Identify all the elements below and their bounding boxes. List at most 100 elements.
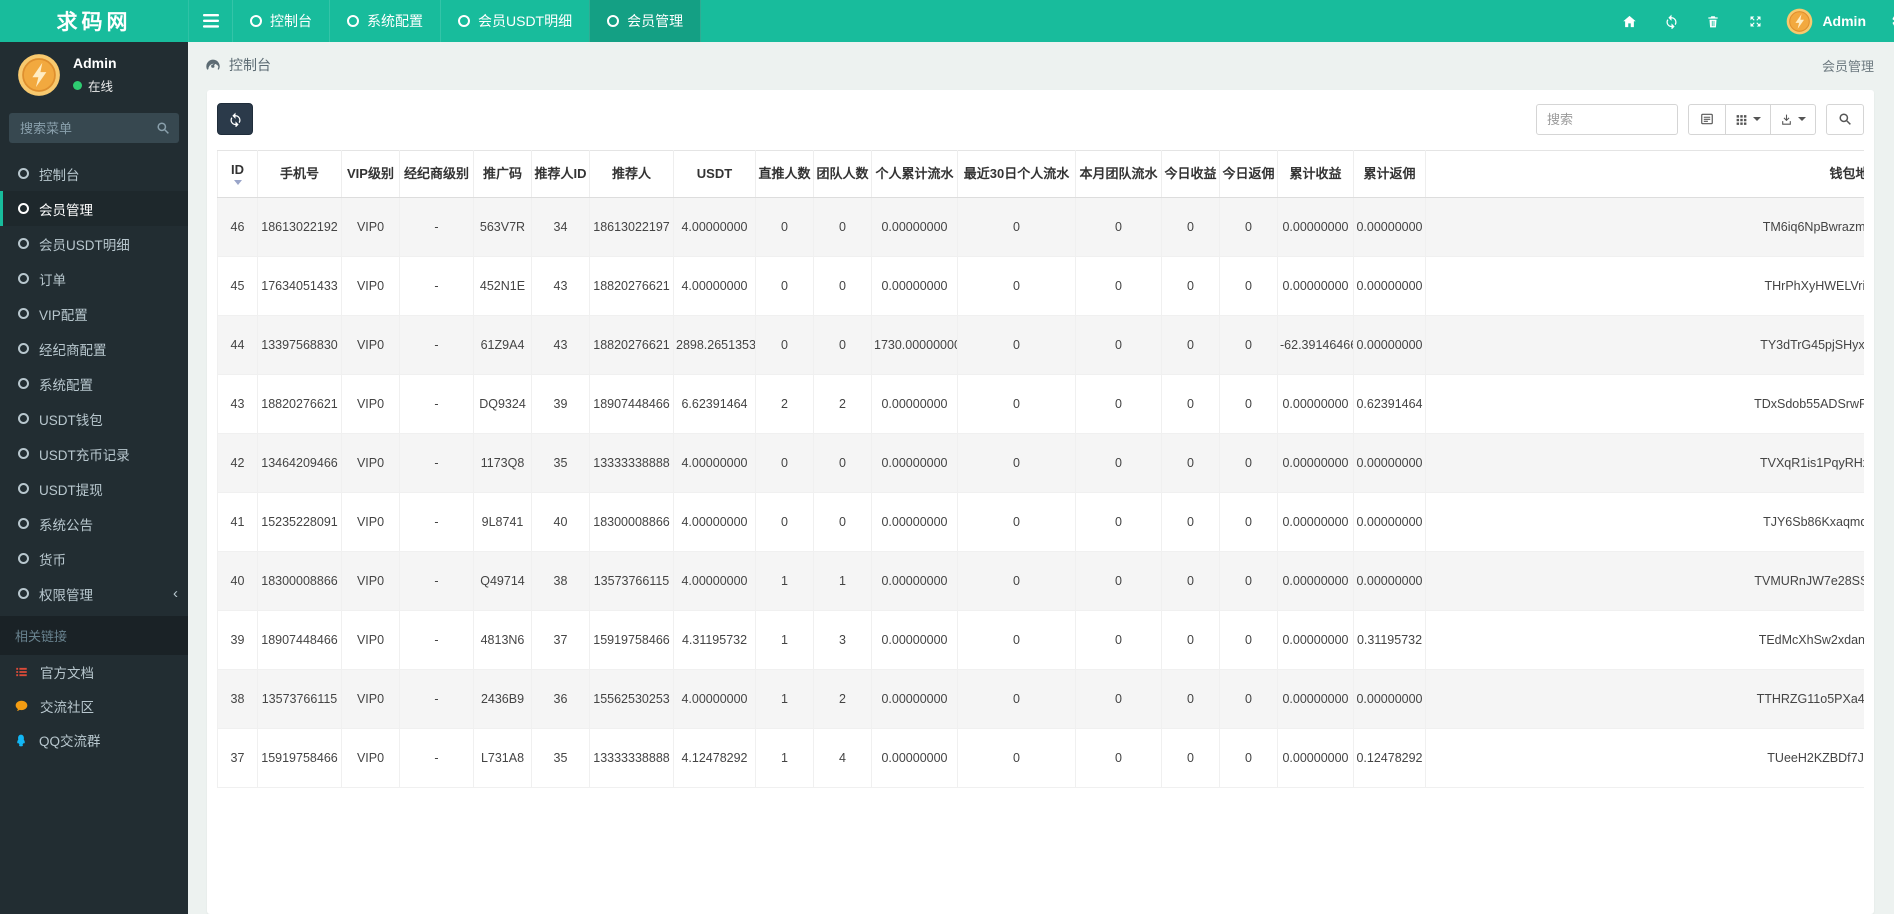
sidebar-item-label: 经纪商配置 bbox=[39, 342, 107, 358]
cell-today-income: 0 bbox=[1161, 374, 1220, 434]
col-id[interactable]: ID bbox=[217, 150, 258, 198]
col-direct-count[interactable]: 直推人数 bbox=[755, 150, 814, 198]
cell-personal-total-flow: 0.00000000 bbox=[871, 492, 958, 552]
sidebar-item-system-announcement[interactable]: 系统公告 bbox=[0, 506, 188, 541]
topnav-item-system-config[interactable]: 系统配置 bbox=[329, 0, 440, 42]
col-month-team-flow[interactable]: 本月团队流水 bbox=[1075, 150, 1162, 198]
columns-button[interactable] bbox=[1726, 103, 1771, 135]
col-referrer[interactable]: 推荐人 bbox=[589, 150, 674, 198]
settings-button[interactable] bbox=[1878, 0, 1894, 42]
cell-direct-count: 0 bbox=[755, 492, 814, 552]
nav-home-button[interactable] bbox=[1608, 0, 1650, 42]
sort-caret-icon bbox=[233, 179, 242, 185]
sidebar-search-input[interactable] bbox=[9, 113, 179, 143]
cell-usdt: 4.00000000 bbox=[673, 492, 756, 552]
cell-month-team-flow: 0 bbox=[1075, 256, 1162, 316]
cell-team-count: 0 bbox=[813, 433, 872, 493]
col-phone[interactable]: 手机号 bbox=[257, 150, 342, 198]
col-promo-code[interactable]: 推广码 bbox=[473, 150, 532, 198]
sidebar-item-console[interactable]: 控制台 bbox=[0, 156, 188, 191]
cell-referrer: 18300008866 bbox=[589, 492, 674, 552]
topnav-item-label: 系统配置 bbox=[367, 13, 423, 29]
sidebar-item-usdt-deposit-records[interactable]: USDT充币记录 bbox=[0, 436, 188, 471]
col-total-rebate[interactable]: 累计返佣 bbox=[1353, 150, 1426, 198]
sidebar-item-member-manage[interactable]: 会员管理 bbox=[0, 191, 188, 226]
nav-expand-button[interactable] bbox=[1734, 0, 1776, 42]
cell-total-income: 0.00000000 bbox=[1277, 374, 1354, 434]
search-button[interactable] bbox=[1826, 103, 1864, 135]
topnav-item-console[interactable]: 控制台 bbox=[232, 0, 329, 42]
cell-referrer: 13333338888 bbox=[589, 433, 674, 493]
refresh-button[interactable] bbox=[217, 103, 253, 135]
sidebar-menu: 控制台会员管理会员USDT明细 订单 VIP配置经纪商配置系统配置 USDT钱包 USD… bbox=[0, 156, 188, 611]
cell-referrer-id: 36 bbox=[531, 669, 590, 729]
sidebar-item-vip-config[interactable]: VIP配置 bbox=[0, 296, 188, 331]
col-today-income[interactable]: 今日收益 bbox=[1161, 150, 1220, 198]
sidebar-profile: Admin 在线 bbox=[0, 42, 188, 109]
col-today-rebate[interactable]: 今日返佣 bbox=[1219, 150, 1278, 198]
cell-direct-count: 1 bbox=[755, 728, 814, 788]
table-row: 40 18300008866 VIP0- Q49714 38 13573766115 4.0… bbox=[217, 551, 1864, 611]
sidebar-link-community[interactable]: 交流社区 bbox=[0, 689, 188, 723]
cell-today-income: 0 bbox=[1161, 669, 1220, 729]
cell-today-rebate: 0 bbox=[1219, 728, 1278, 788]
topnav-item-member-manage[interactable]: 会员管理 bbox=[589, 0, 702, 42]
sidebar-item-orders[interactable]: 订单 bbox=[0, 261, 188, 296]
topnav-item-member-usdt-detail[interactable]: 会员USDT明细 bbox=[440, 0, 589, 42]
sidebar-item-broker-config[interactable]: 经纪商配置 bbox=[0, 331, 188, 366]
col-personal-total-flow[interactable]: 个人累计流水 bbox=[871, 150, 958, 198]
cell-total-income: 0.00000000 bbox=[1277, 610, 1354, 670]
brand-logo[interactable]: 求码网 bbox=[0, 0, 188, 42]
circle-icon bbox=[18, 378, 29, 389]
cell-promo-code: 452N1E bbox=[473, 256, 532, 316]
cell-team-count: 3 bbox=[813, 610, 872, 670]
sidebar-item-system-config[interactable]: 系统配置 bbox=[0, 366, 188, 401]
sidebar-item-member-usdt-detail[interactable]: 会员USDT明细 bbox=[0, 226, 188, 261]
breadcrumb[interactable]: 控制台 bbox=[205, 55, 271, 75]
caret-down-icon bbox=[1798, 117, 1806, 121]
paging-toggle-button[interactable] bbox=[1688, 103, 1726, 135]
cell-team-count: 2 bbox=[813, 669, 872, 729]
cell-total-rebate: 0.00000000 bbox=[1353, 551, 1426, 611]
sidebar-item-label: USDT充币记录 bbox=[39, 447, 130, 463]
sidebar-item-label: 会员管理 bbox=[39, 202, 93, 218]
col-team-count[interactable]: 团队人数 bbox=[813, 150, 872, 198]
col-wallet-address[interactable]: 钱包地址 bbox=[1425, 150, 1864, 198]
col-label: VIP级别 bbox=[347, 165, 394, 181]
export-button[interactable] bbox=[1771, 103, 1816, 135]
cell-phone: 17634051433 bbox=[257, 256, 342, 316]
cell-team-count: 2 bbox=[813, 374, 872, 434]
col-referrer-id[interactable]: 推荐人ID bbox=[531, 150, 590, 198]
col-total-income[interactable]: 累计收益 bbox=[1277, 150, 1354, 198]
col-label: 推广码 bbox=[482, 165, 522, 181]
profile-status[interactable]: 在线 bbox=[73, 76, 117, 95]
cell-vip-level: VIP0 bbox=[341, 728, 400, 788]
sidebar-item-usdt-withdraw[interactable]: USDT提现 bbox=[0, 471, 188, 506]
sidebar-link-qq-group[interactable]: QQ交流群 bbox=[0, 723, 188, 757]
sidebar-link-label: 官方文档 bbox=[40, 666, 94, 681]
nav-trash-button[interactable] bbox=[1692, 0, 1734, 42]
col-broker-level[interactable]: 经纪商级别 bbox=[399, 150, 474, 198]
cell-today-income: 0 bbox=[1161, 256, 1220, 316]
sidebar-link-official-docs[interactable]: 官方文档 bbox=[0, 655, 188, 689]
cell-vip-level: VIP0 bbox=[341, 492, 400, 552]
sidebar-item-permission-manage[interactable]: 权限管理 ‹ bbox=[0, 576, 188, 611]
cell-vip-level: VIP0 bbox=[341, 374, 400, 434]
cell-wallet-address: TM6iq6NpBwrazmhxppfMeiVkt99 bbox=[1425, 197, 1864, 257]
cell-promo-code: Q49714 bbox=[473, 551, 532, 611]
sidebar-item-currency[interactable]: 货币 bbox=[0, 541, 188, 576]
table-search-input[interactable] bbox=[1536, 103, 1678, 135]
cell-direct-count: 2 bbox=[755, 374, 814, 434]
table-search bbox=[1536, 103, 1678, 135]
table-row: 46 18613022192 VIP0-563V7R 34 18613022197 4.0… bbox=[217, 197, 1864, 257]
col-last30-personal-flow[interactable]: 最近30日个人流水 bbox=[957, 150, 1076, 198]
nav-refresh-button[interactable] bbox=[1650, 0, 1692, 42]
col-vip-level[interactable]: VIP级别 bbox=[341, 150, 400, 198]
sidebar-item-usdt-wallet[interactable]: USDT钱包 bbox=[0, 401, 188, 436]
expand-icon bbox=[1748, 14, 1763, 29]
user-menu[interactable]: Admin bbox=[1776, 8, 1878, 35]
caret-down-icon bbox=[1753, 117, 1761, 121]
col-label: 今日返佣 bbox=[1222, 165, 1275, 181]
col-usdt[interactable]: USDT bbox=[673, 150, 756, 198]
sidebar-toggle-button[interactable] bbox=[188, 0, 232, 42]
